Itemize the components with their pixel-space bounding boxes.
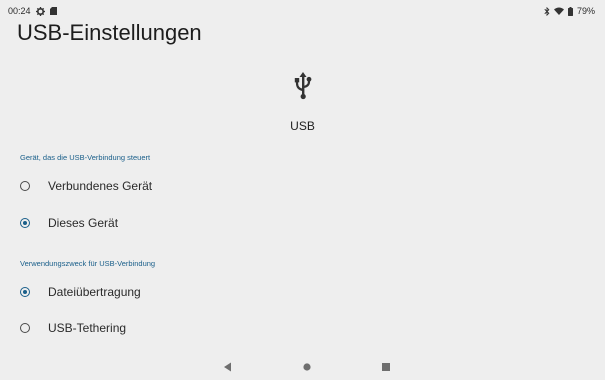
battery-icon <box>567 6 573 16</box>
option-label-connected-device: Verbundenes Gerät <box>48 179 153 193</box>
usb-icon <box>291 70 315 100</box>
status-time: 00:24 <box>8 6 31 16</box>
bluetooth-icon <box>544 6 550 16</box>
radio-connected-device[interactable] <box>20 181 30 191</box>
status-left: 00:24 <box>8 6 57 16</box>
option-connected-device[interactable]: Verbundenes Gerät <box>0 168 605 204</box>
back-icon[interactable] <box>221 360 233 372</box>
page-title: USB-Einstellungen <box>17 20 202 45</box>
option-label-file-transfer: Dateiübertragung <box>48 285 141 299</box>
section-label-controller: Gerät, das die USB-Verbindung steuert <box>20 153 151 162</box>
radio-usb-tethering[interactable] <box>20 323 30 333</box>
usb-label: USB <box>290 119 315 133</box>
radio-this-device[interactable] <box>20 218 30 228</box>
option-file-transfer[interactable]: Dateiübertragung <box>0 274 605 310</box>
home-icon[interactable] <box>301 360 313 372</box>
status-right: 79% <box>544 6 595 16</box>
usb-header: USB <box>0 70 605 133</box>
recents-icon[interactable] <box>380 360 392 372</box>
option-label-usb-tethering: USB-Tethering <box>48 321 127 335</box>
section-label-purpose: Verwendungszweck für USB-Verbindung <box>20 259 156 268</box>
wifi-icon <box>553 7 564 15</box>
gear-icon <box>35 6 45 16</box>
sim-card-icon <box>49 7 57 15</box>
navigation-bar <box>0 354 605 380</box>
status-bar: 00:24 79% <box>0 0 605 22</box>
battery-percent: 79% <box>576 6 595 16</box>
option-label-this-device: Dieses Gerät <box>48 216 119 230</box>
option-this-device[interactable]: Dieses Gerät <box>0 205 605 241</box>
radio-file-transfer[interactable] <box>20 287 30 297</box>
option-usb-tethering[interactable]: USB-Tethering <box>0 310 605 346</box>
